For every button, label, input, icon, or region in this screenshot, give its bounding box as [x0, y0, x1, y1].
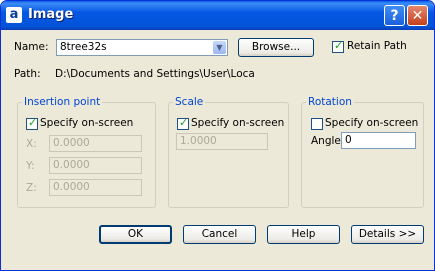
angle-label: Angle:	[311, 135, 345, 147]
name-combobox[interactable]: 8tree32s ▼	[56, 39, 228, 56]
chevron-down-icon[interactable]: ▼	[213, 41, 226, 54]
x-label: X:	[26, 138, 37, 150]
rotation-specify-checkbox[interactable]	[311, 118, 323, 130]
z-input[interactable]: 0.0000	[49, 179, 142, 196]
ok-button[interactable]: OK	[99, 225, 172, 244]
help-icon[interactable]: ?	[384, 5, 405, 26]
scale-input[interactable]: 1.0000	[176, 133, 268, 150]
x-input[interactable]: 0.0000	[49, 135, 142, 152]
angle-input[interactable]: 0	[341, 132, 416, 149]
close-icon[interactable]: ✕	[407, 5, 428, 26]
browse-button[interactable]: Browse...	[238, 38, 314, 57]
window-title: Image	[28, 7, 74, 22]
checkmark-icon: ✓	[334, 39, 344, 52]
y-label: Y:	[26, 160, 35, 172]
checkmark-icon: ✓	[28, 116, 38, 129]
title-bar[interactable]: a Image ? ✕	[1, 1, 434, 30]
retain-path-label: Retain Path	[347, 40, 407, 52]
image-dialog: a Image ? ✕ Name: 8tree32s ▼ Browse... ✓…	[0, 0, 435, 271]
app-icon: a	[6, 7, 22, 23]
help-button[interactable]: Help	[267, 225, 340, 244]
insertion-specify-checkbox[interactable]: ✓	[26, 116, 38, 130]
name-label: Name:	[14, 41, 49, 53]
path-value: D:\Documents and Settings\User\Local Set…	[55, 68, 255, 80]
name-value: 8tree32s	[60, 41, 107, 53]
rotation-title: Rotation	[306, 96, 354, 108]
scale-specify-label: Specify on-screen	[191, 117, 285, 129]
scale-title: Scale	[173, 96, 206, 108]
insertion-point-title: Insertion point	[22, 96, 103, 108]
retain-path-checkbox[interactable]: ✓	[332, 39, 344, 53]
details-button[interactable]: Details >>	[351, 225, 424, 244]
z-label: Z:	[26, 182, 37, 194]
path-label: Path:	[14, 68, 41, 80]
cancel-button[interactable]: Cancel	[183, 225, 256, 244]
checkmark-icon: ✓	[179, 116, 189, 129]
rotation-specify-label: Specify on-screen	[325, 117, 419, 129]
insertion-specify-label: Specify on-screen	[40, 117, 134, 129]
scale-specify-checkbox[interactable]: ✓	[177, 116, 189, 130]
y-input[interactable]: 0.0000	[49, 157, 142, 174]
